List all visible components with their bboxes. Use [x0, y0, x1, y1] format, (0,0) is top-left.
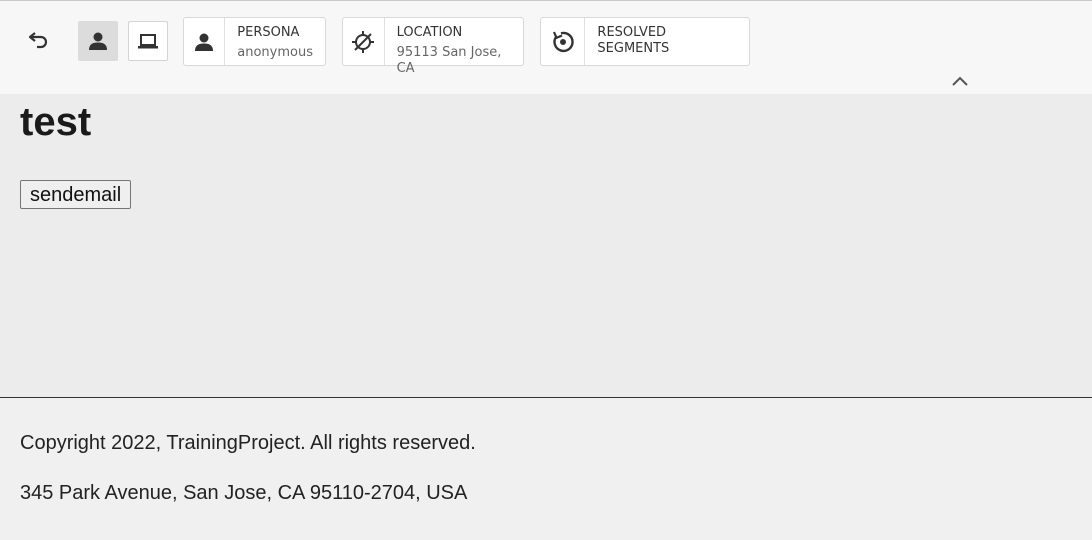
segments-title: RESOLVED SEGMENTS	[597, 25, 670, 56]
person-icon	[195, 33, 214, 51]
collapse-toolbar-button[interactable]	[948, 71, 972, 91]
sendemail-button[interactable]: sendemail	[20, 180, 132, 209]
persona-title: PERSONA	[237, 25, 300, 40]
context-hub-toolbar: PERSONA anonymous LOCATION 95113 San Jos…	[0, 0, 1092, 94]
persona-selector[interactable]: PERSONA anonymous	[183, 17, 326, 66]
refresh-target-icon	[552, 31, 574, 52]
page-title: test	[20, 100, 92, 144]
laptop-icon	[138, 34, 158, 49]
location-off-icon	[352, 30, 375, 53]
chevron-up-icon	[952, 76, 968, 86]
persona-icon-box	[184, 18, 226, 65]
device-mode-button[interactable]	[128, 21, 168, 61]
undo-button[interactable]	[20, 21, 58, 59]
location-icon-box	[343, 18, 385, 65]
location-selector[interactable]: LOCATION 95113 San Jose, CA	[342, 17, 524, 76]
person-mode-button[interactable]	[78, 21, 118, 61]
page-footer: Copyright 2022, TrainingProject. All rig…	[0, 397, 1092, 540]
footer-copyright: Copyright 2022, TrainingProject. All rig…	[20, 432, 476, 454]
persona-value: anonymous	[237, 45, 313, 60]
resolved-segments-panel[interactable]: RESOLVED SEGMENTS	[540, 17, 750, 66]
footer-address: 345 Park Avenue, San Jose, CA 95110-2704…	[20, 482, 468, 504]
location-value: 95113 San Jose, CA	[396, 45, 502, 76]
segments-icon-box	[541, 18, 586, 65]
page-content: test sendemail	[0, 94, 1092, 397]
undo-icon	[28, 32, 48, 49]
location-title: LOCATION	[396, 25, 463, 40]
person-icon	[89, 32, 107, 50]
